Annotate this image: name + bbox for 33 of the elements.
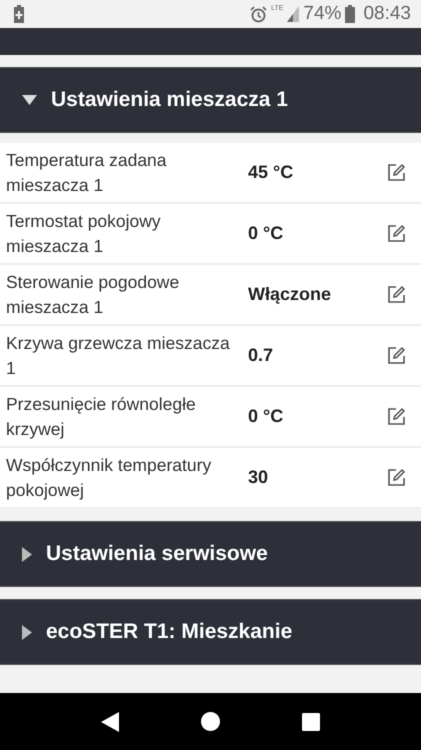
caret-right-icon (22, 546, 32, 562)
edit-icon[interactable] (387, 468, 406, 487)
setting-label: Współczynnik temperatury pokojowej (5, 454, 212, 502)
battery-icon (345, 5, 356, 23)
battery-charging-icon (14, 5, 24, 23)
section-header[interactable]: ecoSTER T1: Mieszkanie (0, 599, 421, 665)
caret-down-icon (22, 95, 37, 105)
back-icon[interactable] (101, 712, 119, 732)
edit-icon[interactable] (387, 346, 406, 365)
recents-icon[interactable] (302, 712, 320, 730)
setting-label: Przesunięcie równoległe krzywej (5, 392, 197, 441)
edit-icon[interactable] (387, 285, 406, 304)
setting-value: 30 (247, 467, 270, 488)
setting-label: Termostat pokojowy mieszacza 1 (5, 210, 162, 258)
setting-value: Włączone (247, 284, 332, 305)
section-header[interactable]: Ustawienia mieszacza 1 (0, 67, 421, 133)
clock: 08:43 (363, 3, 411, 25)
caret-right-icon (22, 624, 32, 640)
alarm-icon (250, 6, 268, 22)
setting-value: 0 °C (247, 223, 284, 244)
setting-value: 0.7 (247, 345, 274, 366)
setting-value: 0 °C (247, 406, 284, 427)
section-header[interactable]: Ustawienia serwisowe (0, 521, 421, 587)
edit-icon[interactable] (387, 163, 406, 182)
home-icon[interactable] (201, 712, 220, 731)
battery-percent: 74% (303, 3, 342, 25)
setting-label: Sterowanie pogodowe mieszacza 1 (5, 270, 180, 318)
edit-icon[interactable] (387, 407, 406, 426)
setting-label: Krzywa grzewcza mieszacza 1 (5, 332, 231, 380)
setting-label: Temperatura zadana mieszacza 1 (5, 148, 168, 196)
signal-icon (287, 6, 300, 22)
setting-value: 45 °C (247, 162, 294, 183)
edit-icon[interactable] (387, 224, 406, 243)
